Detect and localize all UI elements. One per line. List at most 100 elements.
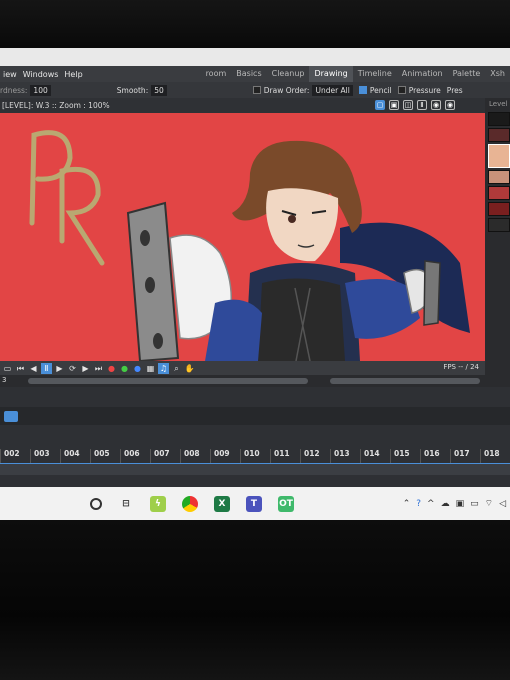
room-tabs: room Basics Cleanup Drawing Timeline Ani… (201, 66, 510, 82)
frame-number[interactable]: 017 (450, 449, 480, 463)
show-hidden-icon[interactable]: ^ (427, 499, 435, 509)
pause-icon[interactable]: Ⅱ (417, 100, 427, 110)
battery-icon[interactable]: ▭ (470, 499, 479, 509)
draw-order-select[interactable]: Under All (312, 84, 353, 96)
preview-eye-icon[interactable]: ◉ (431, 100, 441, 110)
draw-order-option: Draw Order: Under All (252, 84, 353, 96)
level-chip[interactable] (488, 218, 510, 232)
menu-help[interactable]: Help (61, 70, 85, 79)
room-tab-timeline[interactable]: Timeline (353, 66, 397, 82)
room-tab-drawing[interactable]: Drawing (309, 66, 353, 82)
prev-frame-icon[interactable]: ◀ (28, 363, 39, 374)
room-tab-room[interactable]: room (201, 66, 232, 82)
level-chip[interactable] (488, 186, 510, 200)
camera-view-icon[interactable]: ▢ (375, 100, 385, 110)
loop-icon[interactable]: ⟳ (67, 363, 78, 374)
tool-options-bar: rdness: 100 Smooth: 50 Draw Order: Under… (0, 82, 510, 98)
cloud-icon[interactable]: ☁ (441, 499, 450, 509)
chevron-up-icon[interactable]: ⌃ (403, 499, 411, 509)
frame-number[interactable]: 018 (480, 449, 510, 463)
frame-number[interactable]: 003 (30, 449, 60, 463)
photo-bezel-bottom (0, 520, 510, 680)
room-tab-cleanup[interactable]: Cleanup (267, 66, 310, 82)
frame-number[interactable]: 005 (90, 449, 120, 463)
play-icon[interactable]: ▶ (54, 363, 65, 374)
level-strip: Level (485, 98, 510, 388)
frame-counter-icon[interactable]: ▭ (2, 363, 13, 374)
frame-number[interactable]: 016 (420, 449, 450, 463)
room-tab-palette[interactable]: Palette (448, 66, 486, 82)
frame-number[interactable]: 013 (330, 449, 360, 463)
start-circle-icon[interactable] (90, 497, 102, 510)
level-chip[interactable] (488, 202, 510, 216)
room-tab-animation[interactable]: Animation (397, 66, 448, 82)
last-frame-icon[interactable]: ⏭ (93, 363, 104, 374)
frame-scrollbar[interactable] (28, 378, 308, 384)
draw-order-checkbox[interactable] (252, 86, 261, 94)
hand-icon[interactable]: ✋ (184, 363, 195, 374)
frame-number[interactable]: 004 (60, 449, 90, 463)
app-lightning-icon[interactable]: ϟ (150, 495, 166, 512)
teams-icon[interactable]: T (246, 495, 262, 512)
frame-number[interactable]: 007 (150, 449, 180, 463)
level-chip[interactable] (488, 128, 510, 142)
help-icon[interactable]: ? (416, 499, 421, 509)
level-chip[interactable] (488, 170, 510, 184)
photo-bezel-top (0, 0, 510, 48)
playback-bar: ▭ ⏮ ◀ Ⅱ ▶ ⟳ ▶ ⏭ ● ● ● ▦ ♫ ⌕ ✋ FPS -- / 2… (0, 361, 485, 375)
level-chip[interactable] (488, 144, 510, 168)
room-tab-xsheet[interactable]: Xsh (485, 66, 510, 82)
frame-number[interactable]: 009 (210, 449, 240, 463)
checker-icon[interactable]: ▦ (145, 363, 156, 374)
face-shape (266, 188, 339, 262)
volume-icon[interactable]: ◁ (499, 499, 506, 509)
letter-r-stroke (59, 167, 105, 266)
pencil-checkbox[interactable] (358, 86, 367, 94)
frame-field[interactable]: 3 (2, 376, 6, 384)
next-frame-icon[interactable]: ▶ (80, 363, 91, 374)
menu-windows[interactable]: Windows (20, 70, 62, 79)
smooth-label: Smooth: (116, 85, 149, 95)
frame-number[interactable]: 006 (120, 449, 150, 463)
table-view-icon[interactable]: ▣ (389, 100, 399, 110)
room-tab-basics[interactable]: Basics (231, 66, 266, 82)
smooth-field[interactable]: 50 (151, 84, 167, 96)
subcamera-eye-icon[interactable]: ◉ (445, 100, 455, 110)
screen: iew Windows Help room Basics Cleanup Dra… (0, 48, 510, 520)
frame-number[interactable]: 008 (180, 449, 210, 463)
viewer-header-icons: ▢ ▣ ◫ Ⅱ ◉ ◉ (375, 100, 455, 110)
drawing-canvas[interactable] (0, 113, 485, 361)
frame-number[interactable]: 011 (270, 449, 300, 463)
green-channel-icon[interactable]: ● (119, 363, 130, 374)
timeline-panel: 002 003 004 005 006 007 008 009 010 011 012 013 014 0… (0, 387, 510, 487)
network-icon[interactable]: ⌔ (485, 498, 493, 509)
hardness-label: rdness: (0, 85, 28, 95)
blue-channel-icon[interactable]: ● (132, 363, 143, 374)
red-channel-icon[interactable]: ● (106, 363, 117, 374)
hardness-field[interactable]: 100 (30, 84, 51, 96)
frame-number[interactable]: 010 (240, 449, 270, 463)
timeline-toggle-button[interactable] (4, 411, 18, 422)
frame-number[interactable]: 012 (300, 449, 330, 463)
sound-icon[interactable]: ♫ (158, 362, 169, 374)
zoom-icon[interactable]: ⌕ (171, 363, 182, 374)
level-strip-label: Level (489, 100, 508, 108)
pause-button-icon[interactable]: Ⅱ (41, 362, 52, 374)
frame-number[interactable]: 014 (360, 449, 390, 463)
chrome-icon[interactable] (182, 495, 198, 512)
task-view-icon[interactable]: ⊟ (118, 495, 134, 512)
frame-number[interactable]: 002 (0, 449, 30, 463)
zoom-scrollbar[interactable] (330, 378, 480, 384)
first-frame-icon[interactable]: ⏮ (15, 363, 26, 374)
frame-number[interactable]: 015 (390, 449, 420, 463)
pressure-checkbox[interactable] (397, 86, 406, 94)
menu-view[interactable]: iew (0, 70, 20, 79)
timeline-track[interactable] (0, 463, 510, 475)
3d-view-icon[interactable]: ◫ (403, 100, 413, 110)
system-tray: ⌃ ? ^ ☁ ▣ ▭ ⌔ ◁ (403, 487, 510, 520)
level-chip[interactable] (488, 112, 510, 126)
excel-icon[interactable]: X (214, 495, 230, 512)
opentoonz-icon[interactable]: OT (278, 495, 294, 512)
pencil-label: Pencil (369, 85, 392, 95)
photo-icon[interactable]: ▣ (456, 499, 465, 509)
